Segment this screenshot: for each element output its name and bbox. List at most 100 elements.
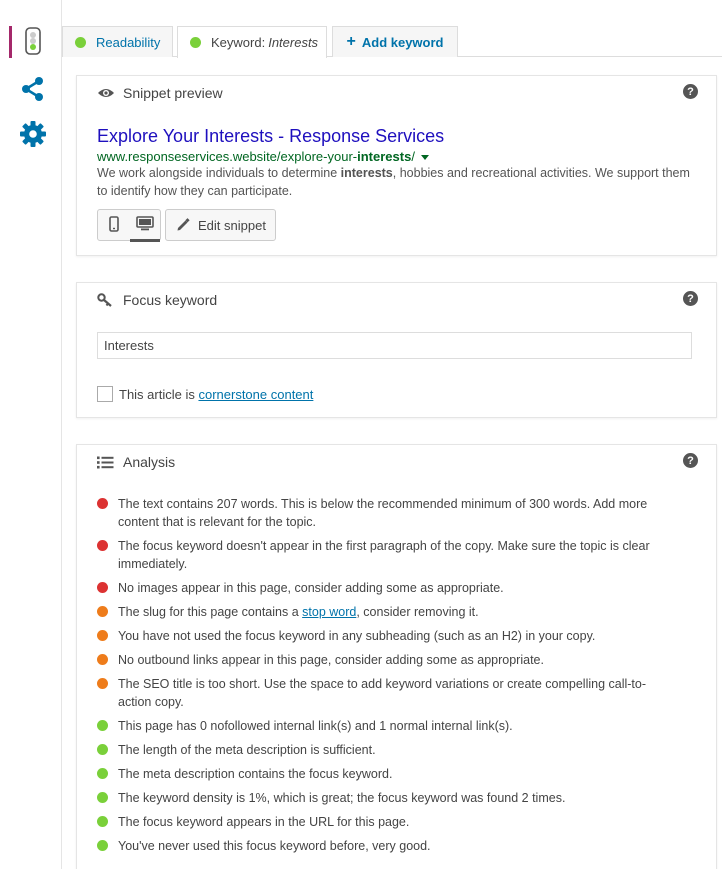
social-tab[interactable] [17,74,49,106]
status-bullet-icon [97,582,108,593]
seo-analysis-tab[interactable] [17,26,49,58]
result-text: The focus keyword appears in the URL for… [118,815,410,829]
snippet-preview-title: Snippet preview [123,85,223,101]
result-text: The length of the meta description is su… [118,743,376,757]
analysis-result: The focus keyword appears in the URL for… [97,813,657,831]
device-toggle [97,209,161,242]
mobile-icon [108,215,119,235]
edit-snippet-label: Edit snippet [198,217,266,233]
help-icon[interactable]: ? [683,453,698,468]
tab-keyword[interactable]: Keyword: Interests [177,26,327,58]
analysis-result: The text contains 207 words. This is bel… [97,495,657,531]
tab-readability-label: Readability [96,34,161,50]
snippet-title[interactable]: Explore Your Interests - Response Servic… [97,126,444,147]
result-text: The meta description contains the focus … [118,767,393,781]
status-bullet-icon [97,606,108,617]
status-bullet-icon [97,744,108,755]
desktop-preview-button[interactable] [129,210,160,242]
snippet-description: We work alongside individuals to determi… [97,164,697,200]
cornerstone-link[interactable]: cornerstone content [198,387,313,402]
cornerstone-checkbox[interactable] [97,386,113,402]
result-text: No images appear in this page, consider … [118,581,504,595]
result-text: No outbound links appear in this page, c… [118,653,544,667]
traffic-light-icon [25,26,41,58]
stop-word-prefix: The slug for this page contains a [118,605,303,619]
result-text: The text contains 207 words. This is bel… [118,497,648,529]
snippet-desc-part1: We work alongside individuals to determi… [97,166,341,180]
help-icon[interactable]: ? [683,84,698,99]
analysis-result: The keyword density is 1%, which is grea… [97,789,657,807]
gear-icon [19,120,47,151]
focus-keyword-input[interactable] [97,332,692,359]
status-bullet-icon [97,678,108,689]
main-panel: Readability Keyword: Interests + Add keyw… [62,0,722,869]
result-text: The SEO title is too short. Use the spac… [118,677,647,709]
plus-icon: + [346,33,356,50]
cornerstone-label: This article is [119,386,199,402]
snippet-url-base: www.responseservices.website/explore-you… [97,149,358,164]
result-text: You've never used this focus keyword bef… [118,839,431,853]
analysis-results: The text contains 207 words. This is bel… [97,495,657,861]
advanced-settings-tab[interactable] [17,119,49,151]
mobile-preview-button[interactable] [98,210,129,240]
result-text: The slug for this page contains a stop w… [118,603,479,621]
active-indicator [9,26,12,58]
status-bullet-icon [97,540,108,551]
stop-word-link[interactable]: stop word [302,605,356,619]
result-text: The keyword density is 1%, which is grea… [118,791,566,805]
tab-readability[interactable]: Readability [62,26,173,57]
focus-keyword-header: Focus keyword [97,292,217,308]
tab-keyword-prefix: Keyword: [211,35,266,50]
analysis-result: You've never used this focus keyword bef… [97,837,657,855]
focus-keyword-section: Focus keyword ? This article is cornerst… [76,282,717,418]
caret-down-icon [420,154,429,160]
keyword-tabs: Readability Keyword: Interests + Add keyw… [62,26,722,58]
add-keyword-button[interactable]: + Add keyword [332,26,458,57]
edit-snippet-button[interactable]: Edit snippet [165,209,276,241]
add-keyword-label: Add keyword [361,34,444,50]
list-icon [97,456,117,469]
pencil-icon [177,218,190,231]
tab-keyword-value: Interests [268,35,319,50]
analysis-result: The slug for this page contains a stop w… [97,603,657,621]
result-text: The focus keyword doesn't appear in the … [118,539,650,571]
snippet-url-keyword: interests [357,149,412,164]
share-icon [20,76,46,105]
analysis-section: Analysis ? The text contains 207 words. … [76,444,717,869]
stop-word-suffix: , consider removing it. [356,605,479,619]
key-icon [97,293,117,307]
status-dot-icon [190,37,201,48]
snippet-preview-header: Snippet preview [97,85,223,101]
status-bullet-icon [97,768,108,779]
snippet-url-end: / [411,149,415,164]
desktop-icon [135,216,154,234]
snippet-preview-section: Snippet preview ? Explore Your Interests… [76,75,717,256]
analysis-result: No images appear in this page, consider … [97,579,657,597]
analysis-result: The meta description contains the focus … [97,765,657,783]
analysis-result: No outbound links appear in this page, c… [97,651,657,669]
analysis-result: The focus keyword doesn't appear in the … [97,537,657,573]
status-bullet-icon [97,816,108,827]
analysis-result: The length of the meta description is su… [97,741,657,759]
status-bullet-icon [97,654,108,665]
analysis-result: The SEO title is too short. Use the spac… [97,675,657,711]
metabox-icon-rail [0,0,62,869]
analysis-result: You have not used the focus keyword in a… [97,627,657,645]
snippet-desc-keyword: interests [340,166,393,180]
analysis-title: Analysis [123,454,176,470]
help-icon[interactable]: ? [683,291,698,306]
status-bullet-icon [97,792,108,803]
snippet-url: www.responseservices.website/explore-you… [97,149,429,164]
result-text: You have not used the focus keyword in a… [118,629,596,643]
focus-keyword-title: Focus keyword [123,292,218,308]
status-bullet-icon [97,630,108,641]
cornerstone-row: This article is cornerstone content [97,386,313,402]
eye-icon [97,87,117,99]
status-bullet-icon [97,720,108,731]
analysis-header: Analysis [97,454,175,470]
result-text: This page has 0 nofollowed internal link… [118,719,513,733]
status-bullet-icon [97,498,108,509]
analysis-result: This page has 0 nofollowed internal link… [97,717,657,735]
status-bullet-icon [97,840,108,851]
status-dot-icon [75,36,86,48]
